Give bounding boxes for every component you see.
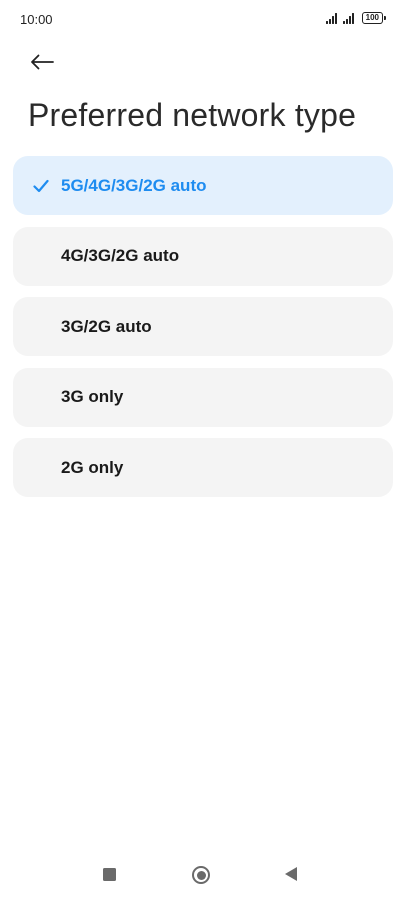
option-label: 4G/3G/2G auto xyxy=(61,246,180,265)
square-recents-icon[interactable] xyxy=(103,868,116,881)
option-3g-2g-auto[interactable]: 3G/2G auto xyxy=(13,297,393,356)
option-4g-3g-2g-auto[interactable]: 4G/3G/2G auto xyxy=(13,226,393,286)
signal-icon xyxy=(342,12,354,24)
triangle-back-icon[interactable] xyxy=(285,867,297,881)
status-time: 10:00 xyxy=(20,12,53,27)
option-label: 5G/4G/3G/2G auto xyxy=(61,175,207,195)
option-label: 3G/2G auto xyxy=(61,316,152,336)
option-2g-only[interactable]: 2G only xyxy=(13,438,393,497)
status-bar: 10:00 100 xyxy=(0,0,406,40)
status-icons: 100 xyxy=(325,12,386,24)
navigation-bar xyxy=(0,850,406,902)
battery-icon: 100 xyxy=(361,12,386,24)
option-3g-only[interactable]: 3G only xyxy=(13,367,393,427)
back-button[interactable] xyxy=(22,44,62,80)
page-title: Preferred network type xyxy=(28,97,357,133)
battery-level: 100 xyxy=(361,12,383,24)
circle-home-icon[interactable] xyxy=(192,866,210,884)
checkmark-icon xyxy=(33,179,49,192)
option-label: 2G only xyxy=(61,457,124,477)
network-type-options: 5G/4G/3G/2G auto 4G/3G/2G auto 3G/2G aut… xyxy=(13,156,393,509)
arrow-left-icon xyxy=(31,54,54,70)
signal-icon xyxy=(325,12,337,24)
option-5g-4g-3g-2g-auto[interactable]: 5G/4G/3G/2G auto xyxy=(13,156,393,215)
option-label: 3G only xyxy=(61,387,124,406)
